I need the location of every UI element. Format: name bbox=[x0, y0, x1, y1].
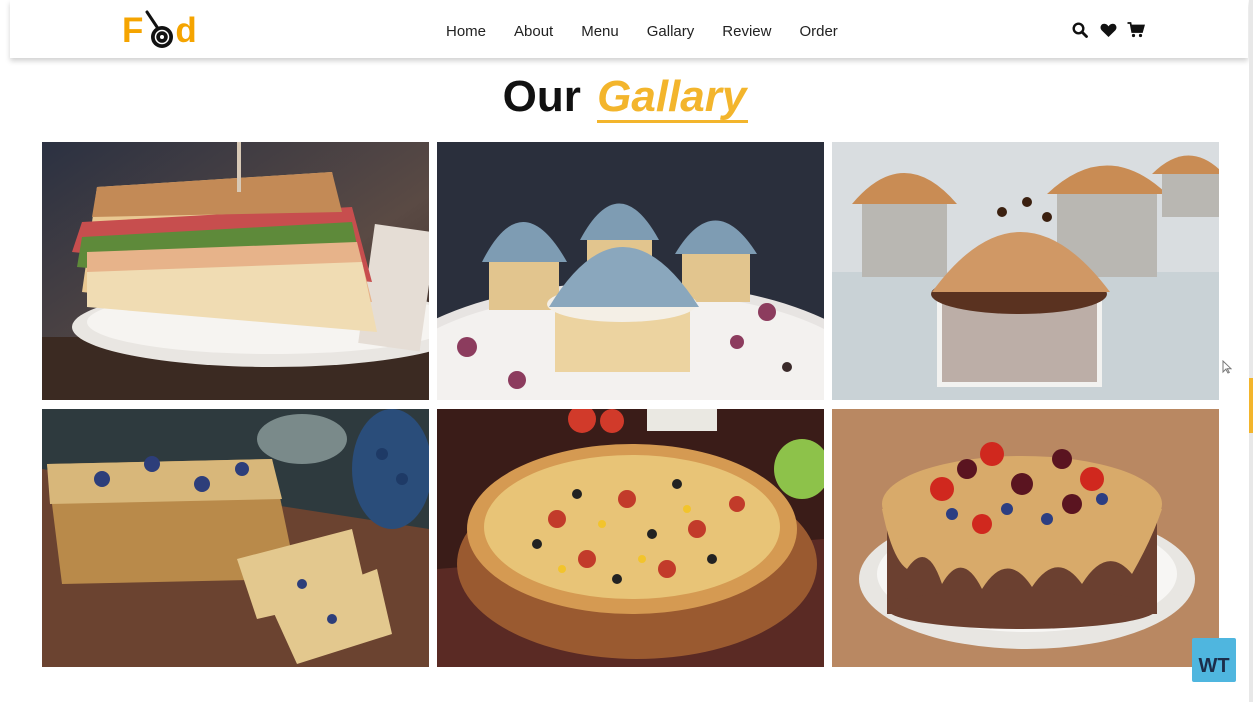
nav-gallary[interactable]: Gallary bbox=[647, 23, 695, 40]
nav-review[interactable]: Review bbox=[722, 23, 771, 40]
gallery-image-blueberry-bread[interactable] bbox=[42, 409, 429, 667]
nav-about[interactable]: About bbox=[514, 23, 553, 40]
site-logo[interactable]: F d bbox=[122, 6, 222, 56]
scrollbar-track[interactable] bbox=[1249, 0, 1253, 702]
gallery-image-pizza[interactable] bbox=[437, 409, 824, 667]
heart-icon[interactable] bbox=[1098, 20, 1118, 40]
main-nav: Home About Menu Gallary Review Order bbox=[446, 0, 866, 62]
scroll-indicator[interactable] bbox=[1249, 378, 1253, 433]
gallery-title: Our Gallary bbox=[0, 72, 1253, 122]
gallery-image-chocolate-cupcakes[interactable] bbox=[832, 142, 1219, 400]
logo-text-prefix: F bbox=[122, 11, 144, 50]
gallery-image-sandwich[interactable] bbox=[42, 142, 429, 400]
gallery-grid bbox=[42, 142, 1219, 667]
header-icons bbox=[1070, 20, 1146, 40]
frying-pan-icon bbox=[143, 6, 175, 56]
nav-home[interactable]: Home bbox=[446, 23, 486, 40]
watermark-badge: WT bbox=[1192, 638, 1236, 682]
search-icon[interactable] bbox=[1070, 20, 1090, 40]
nav-menu[interactable]: Menu bbox=[581, 23, 619, 40]
gallery-image-fruit-cake[interactable] bbox=[832, 409, 1219, 667]
title-accent: Gallary bbox=[593, 72, 750, 121]
title-plain: Our bbox=[502, 72, 581, 121]
cart-icon[interactable] bbox=[1126, 20, 1146, 40]
nav-order[interactable]: Order bbox=[799, 23, 837, 40]
gallery-image-blue-cupcakes[interactable] bbox=[437, 142, 824, 400]
mouse-cursor-icon bbox=[1222, 359, 1233, 374]
site-header: F d Home About Menu Gallary Review Order bbox=[10, 0, 1248, 58]
logo-text-suffix: d bbox=[175, 11, 197, 50]
